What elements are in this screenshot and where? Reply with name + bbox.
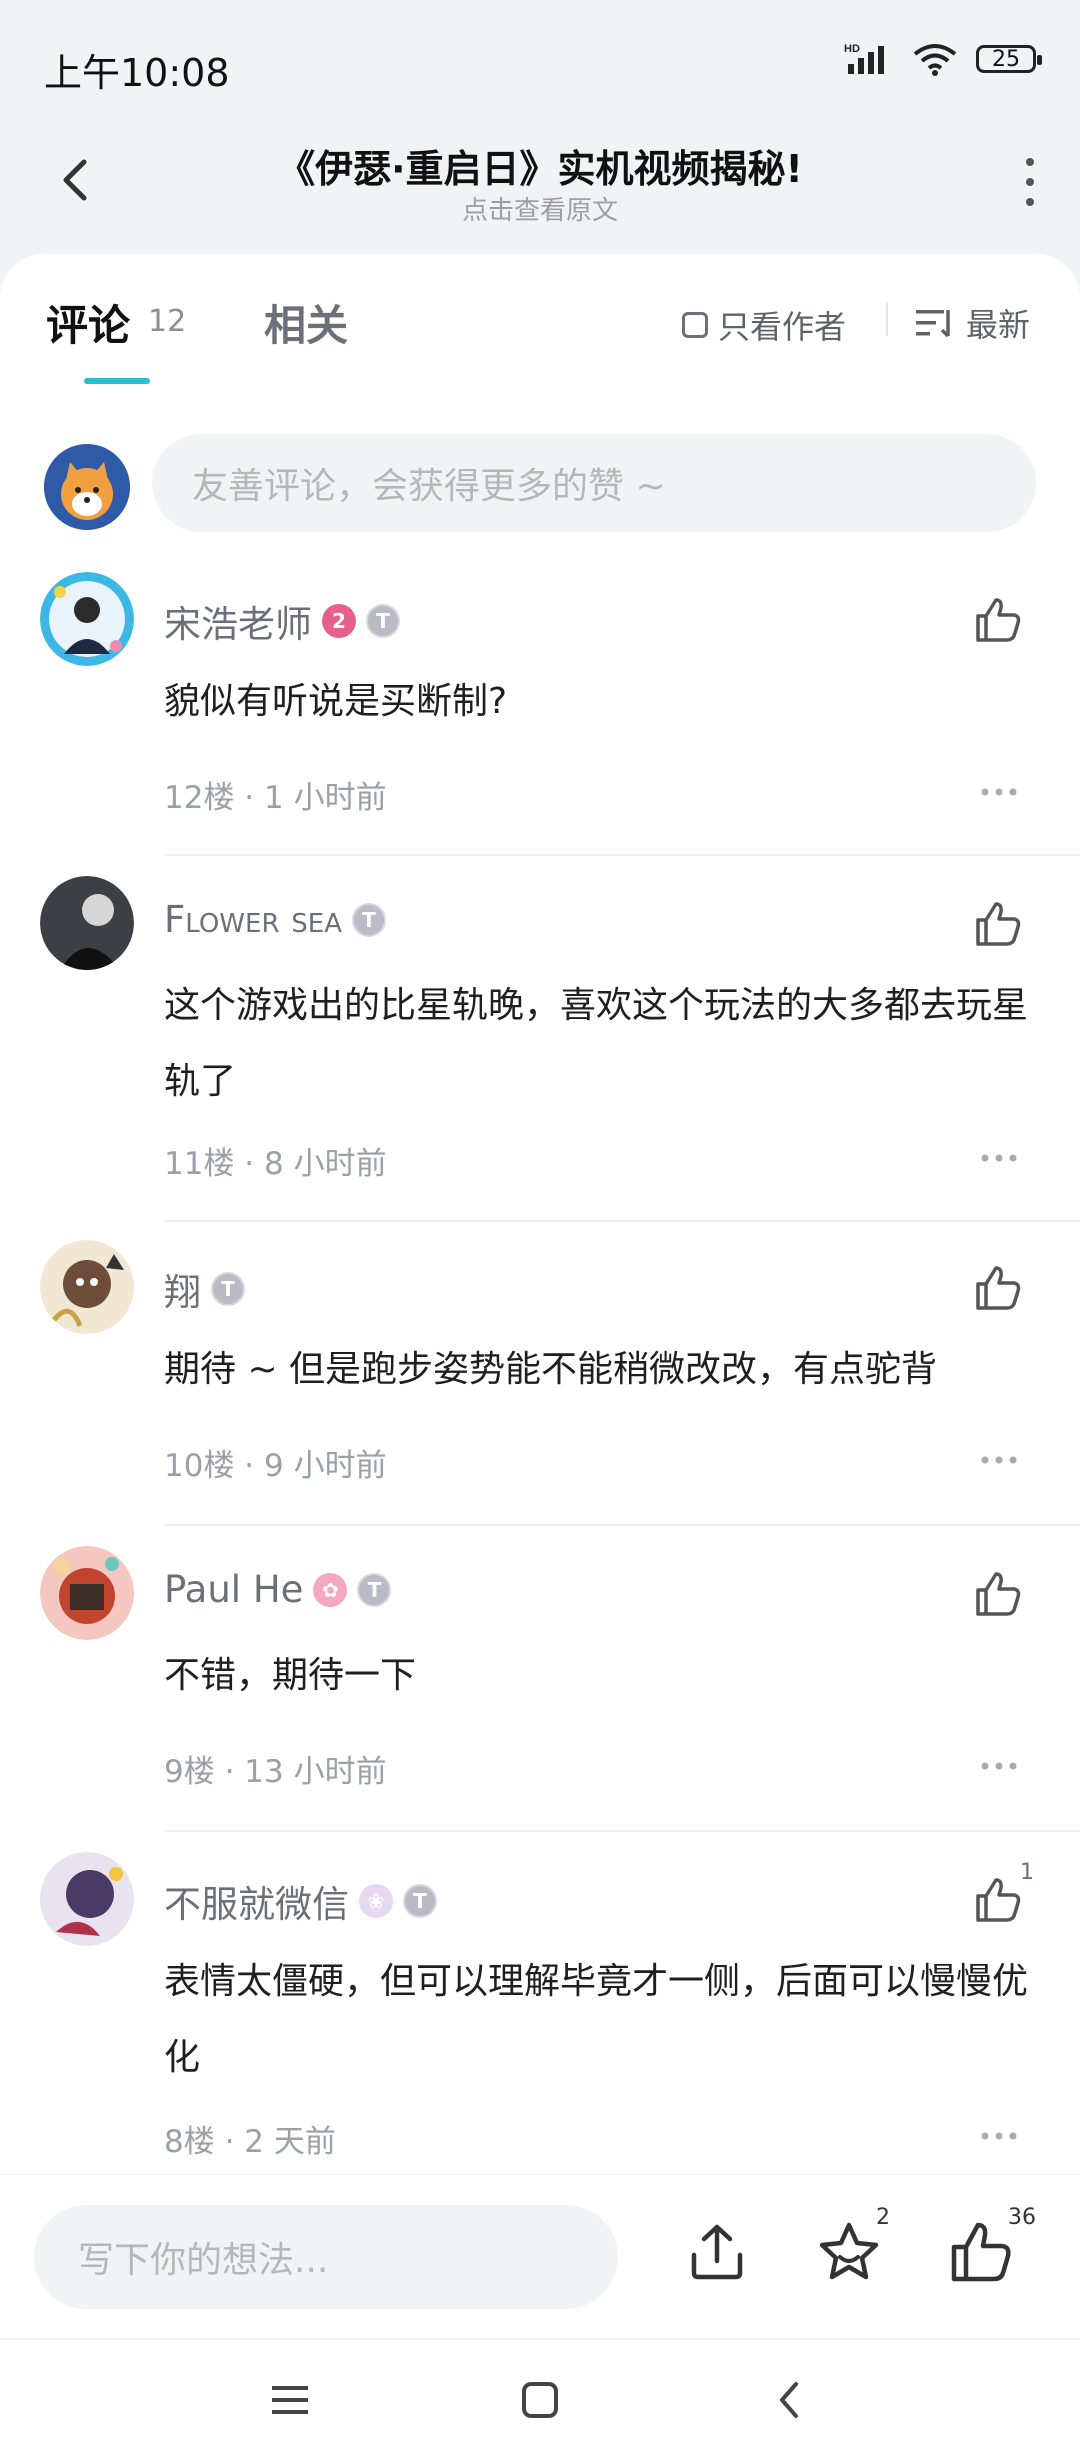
- status-icons: HD 25: [844, 42, 1042, 76]
- tab-bar: 评论 12 相关 只看作者 最新: [0, 254, 1080, 384]
- sort-button[interactable]: 最新: [914, 300, 1030, 346]
- rank-badge-icon: T: [403, 1884, 437, 1918]
- tab-related[interactable]: 相关: [264, 292, 348, 353]
- page-title[interactable]: 《伊瑟·重启日》实机视频揭秘!: [0, 138, 1080, 193]
- view-original-link[interactable]: 点击查看原文: [0, 190, 1080, 227]
- system-nav-bar: [0, 2338, 1080, 2462]
- comment-meta: 9楼 · 13 小时前: [164, 1754, 387, 1790]
- author-name: 不服就微信: [164, 1883, 349, 1926]
- avatar[interactable]: [40, 876, 134, 970]
- comment-item: Paul He ✿ T 不错，期待一下 9楼 · 13 小时前: [0, 1546, 1080, 1836]
- author-name: Flower sea: [164, 898, 342, 941]
- comment-meta: 11楼 · 8 小时前: [164, 1146, 387, 1182]
- comment-item: Flower sea T 这个游戏出的比星轨晚，喜欢这个玩法的大多都去玩星轨了 …: [0, 876, 1080, 1222]
- thumbs-up-icon[interactable]: [972, 594, 1024, 646]
- divider: [164, 854, 1080, 856]
- comment-text: 表情太僵硬，但可以理解毕竟才一侧，后面可以慢慢优化: [164, 1961, 1029, 2078]
- comment-item: 宋浩老师 2 T 貌似有听说是买断制? 12楼 · 1 小时前: [0, 572, 1080, 862]
- tab-active-indicator: [84, 378, 150, 384]
- avatar[interactable]: [44, 444, 130, 530]
- comment-count: 12: [148, 304, 187, 339]
- comment-meta: 10楼 · 9 小时前: [164, 1448, 387, 1484]
- svg-text:HD: HD: [844, 43, 860, 55]
- rank-badge-icon: T: [366, 604, 400, 638]
- more-horizontal-icon[interactable]: [980, 1760, 1018, 1772]
- comment-author[interactable]: 宋浩老师 2 T: [164, 594, 400, 648]
- thumbs-up-icon[interactable]: [972, 1874, 1024, 1926]
- avatar[interactable]: [40, 1546, 134, 1640]
- comment-item: 翔 T 期待 ~ 但是跑步姿势能不能稍微改改，有点驼背 10楼 · 9 小时前: [0, 1240, 1080, 1530]
- like-count: 1: [1020, 1860, 1034, 1885]
- thumbs-up-icon[interactable]: [972, 1262, 1024, 1314]
- divider: [164, 1830, 1080, 1832]
- bottom-action-bar: 写下你的想法... 2 36: [0, 2174, 1080, 2339]
- share-icon[interactable]: [684, 2219, 750, 2285]
- thumbs-up-icon[interactable]: [972, 898, 1024, 950]
- back-icon[interactable]: [762, 2372, 818, 2428]
- avatar[interactable]: [40, 1240, 134, 1334]
- home-square-icon[interactable]: [512, 2372, 568, 2428]
- comment-text: 不错，期待一下: [164, 1655, 417, 1696]
- author-only-toggle[interactable]: 只看作者: [682, 302, 846, 348]
- status-bar: 上午10:08 HD 25: [0, 0, 1080, 130]
- comment-author[interactable]: 翔 T: [164, 1262, 245, 1316]
- comment-text: 期待 ~ 但是跑步姿势能不能稍微改改，有点驼背: [164, 1349, 938, 1390]
- comment-meta: 8楼 · 2 天前: [164, 2124, 336, 2160]
- status-time: 上午10:08: [44, 51, 230, 95]
- tab-comments[interactable]: 评论: [46, 292, 130, 353]
- more-horizontal-icon[interactable]: [980, 1152, 1018, 1164]
- divider: [886, 302, 888, 336]
- author-name: Paul He: [164, 1568, 304, 1611]
- comment-author[interactable]: Flower sea T: [164, 898, 386, 941]
- thumbs-up-icon[interactable]: [972, 1568, 1024, 1620]
- comment-composer: 友善评论，会获得更多的赞 ~: [0, 432, 1080, 542]
- wifi-icon: [913, 44, 957, 76]
- comment-author[interactable]: 不服就微信 ❀ T: [164, 1874, 437, 1928]
- divider: [164, 1524, 1080, 1526]
- sort-label: 最新: [966, 306, 1031, 344]
- battery-level: 25: [992, 46, 1020, 72]
- comment-meta: 12楼 · 1 小时前: [164, 780, 387, 816]
- level-badge: 2: [322, 604, 356, 638]
- shiba-avatar-icon: [44, 444, 130, 530]
- comment-author[interactable]: Paul He ✿ T: [164, 1568, 392, 1611]
- more-horizontal-icon[interactable]: [980, 2130, 1018, 2142]
- more-vertical-icon[interactable]: [1020, 150, 1040, 214]
- comment-input[interactable]: 友善评论，会获得更多的赞 ~: [152, 434, 1036, 532]
- rank-badge-icon: T: [357, 1572, 392, 1607]
- sort-icon: [916, 310, 950, 338]
- author-name: 翔: [164, 1271, 201, 1314]
- author-name: 宋浩老师: [164, 603, 312, 646]
- comment-text: 貌似有听说是买断制?: [164, 681, 508, 722]
- rank-badge-icon: T: [211, 1272, 245, 1306]
- battery-icon: 25: [976, 45, 1042, 73]
- menu-icon[interactable]: [262, 2372, 318, 2428]
- author-only-label: 只看作者: [718, 308, 847, 346]
- thumbs-up-icon[interactable]: [948, 2219, 1014, 2285]
- rank-badge-icon: T: [352, 902, 386, 937]
- medal-badge-icon: ❀: [359, 1884, 393, 1918]
- avatar[interactable]: [40, 1852, 134, 1946]
- comment-item: 不服就微信 ❀ T 1 表情太僵硬，但可以理解毕竟才一侧，后面可以慢慢优化 8楼…: [0, 1852, 1080, 2162]
- more-horizontal-icon[interactable]: [980, 786, 1018, 798]
- likes-count: 36: [1008, 2205, 1036, 2230]
- title-bar: 《伊瑟·重启日》实机视频揭秘! 点击查看原文: [0, 130, 1080, 250]
- divider: [164, 1220, 1080, 1222]
- more-horizontal-icon[interactable]: [980, 1454, 1018, 1466]
- checkbox-icon[interactable]: [682, 312, 708, 338]
- medal-badge-icon: ✿: [313, 1572, 348, 1607]
- avatar[interactable]: [40, 572, 134, 666]
- signal-icon: HD: [844, 43, 884, 74]
- comment-text: 这个游戏出的比星轨晚，喜欢这个玩法的大多都去玩星轨了: [164, 985, 1029, 1102]
- thought-input[interactable]: 写下你的想法...: [34, 2205, 618, 2309]
- favorites-count: 2: [876, 2205, 890, 2230]
- star-icon[interactable]: [816, 2219, 882, 2285]
